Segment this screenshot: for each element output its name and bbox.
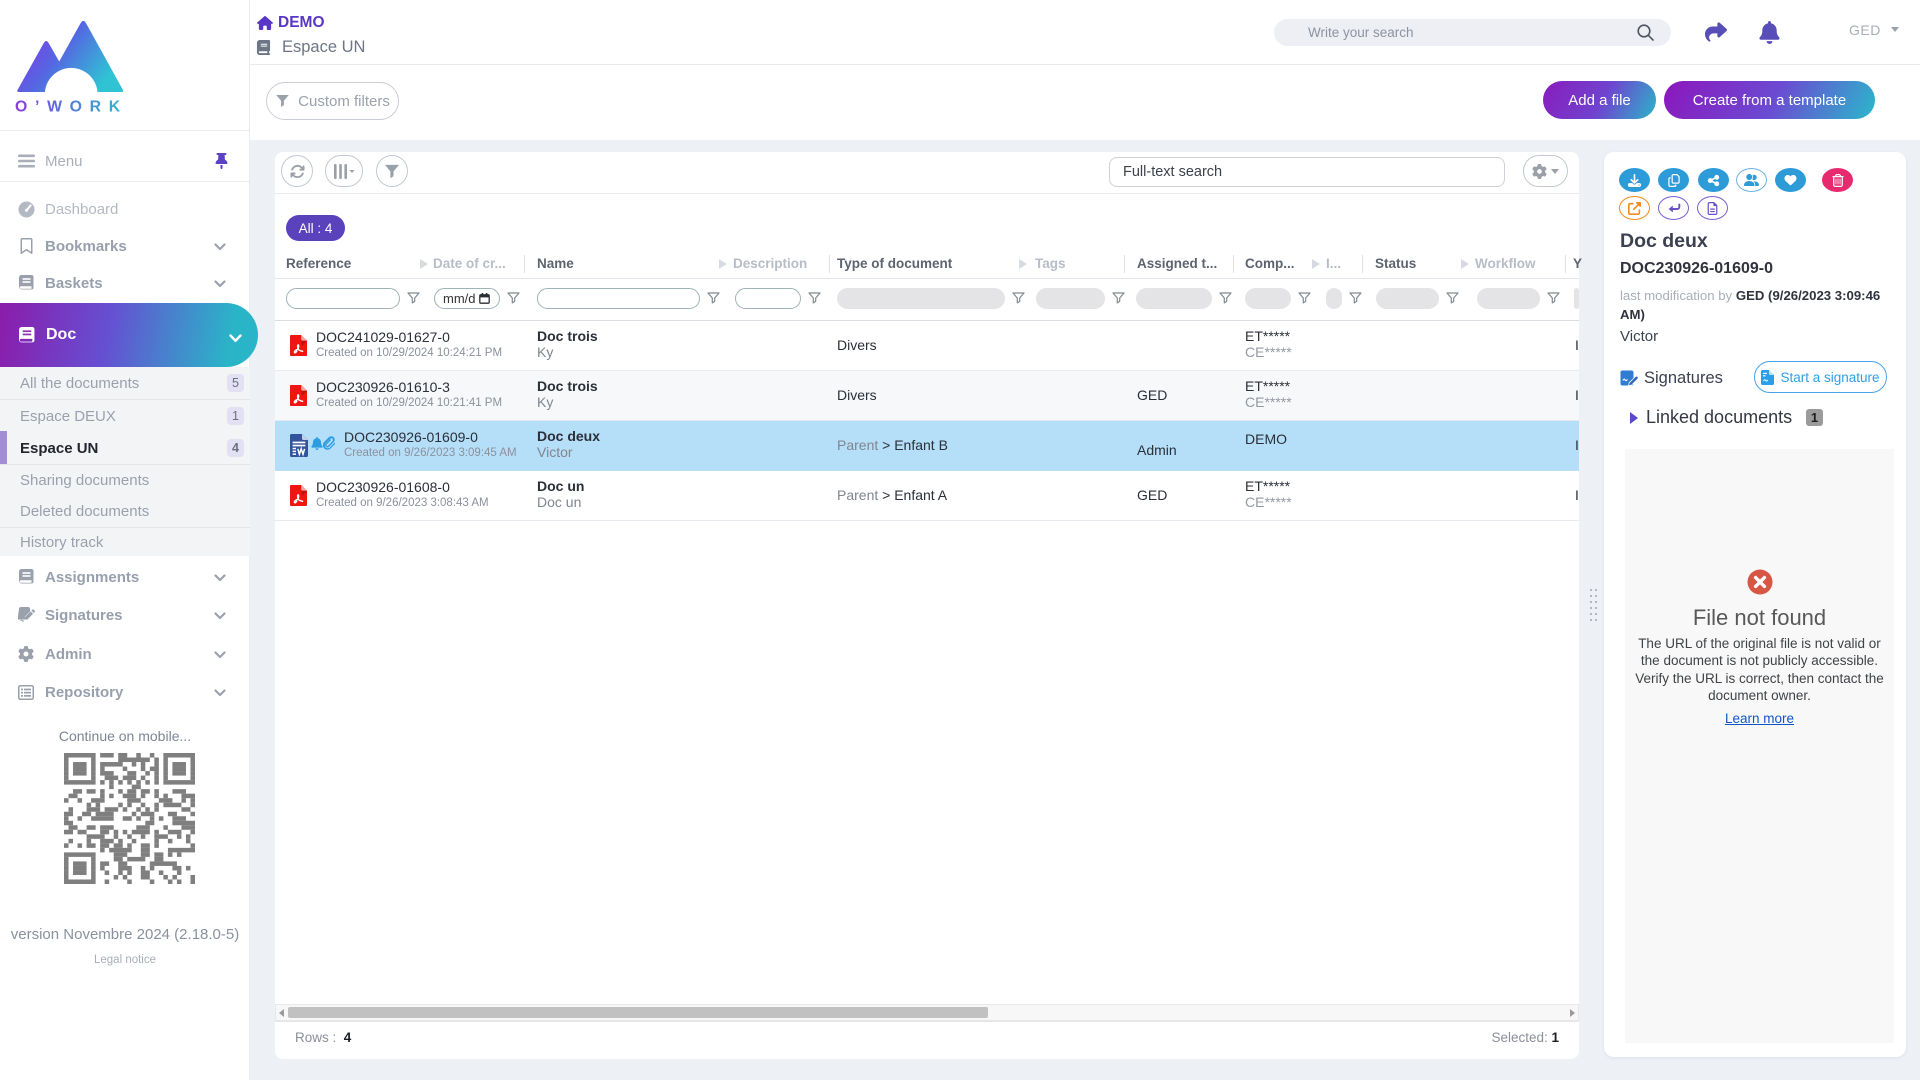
- svg-text:O’WORK: O’WORK: [15, 99, 128, 116]
